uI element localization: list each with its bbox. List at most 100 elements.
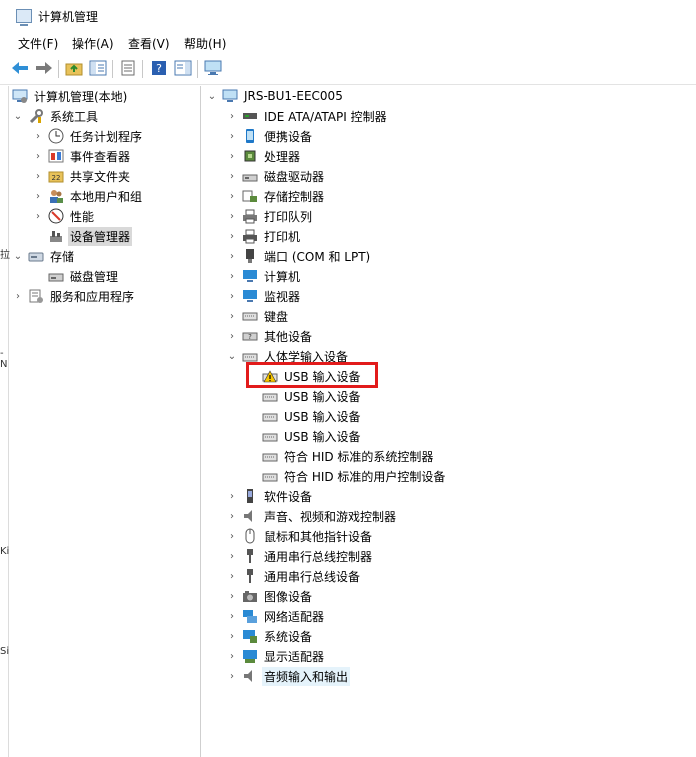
device-tree-root[interactable]: ⌄ JRS-BU1-EEC005 bbox=[206, 86, 345, 106]
chevron-right-icon[interactable]: › bbox=[226, 630, 238, 642]
device-category[interactable]: › 磁盘驱动器 bbox=[226, 166, 326, 186]
chevron-down-icon[interactable]: ⌄ bbox=[206, 90, 218, 102]
chevron-right-icon[interactable]: › bbox=[226, 310, 238, 322]
chevron-right-icon[interactable]: › bbox=[226, 270, 238, 282]
device-category[interactable]: › 音频输入和输出 bbox=[226, 666, 351, 686]
chevron-right-icon[interactable]: › bbox=[226, 250, 238, 262]
export-list-icon[interactable] bbox=[119, 59, 137, 77]
forward-icon[interactable] bbox=[35, 59, 53, 77]
tree-item-device-manager[interactable]: 设备管理器 bbox=[48, 226, 133, 246]
device-item[interactable]: 符合 HID 标准的用户控制设备 bbox=[262, 466, 447, 486]
chevron-right-icon[interactable]: › bbox=[12, 290, 24, 302]
back-icon[interactable] bbox=[11, 59, 29, 77]
menu-file[interactable]: 文件(F) bbox=[18, 35, 58, 52]
tree-item-services-applications[interactable]: › 服务和应用程序 bbox=[12, 286, 136, 306]
menu-help[interactable]: 帮助(H) bbox=[184, 35, 226, 52]
svg-text:?: ? bbox=[156, 62, 162, 75]
menu-action[interactable]: 操作(A) bbox=[72, 35, 114, 52]
chevron-right-icon[interactable]: › bbox=[226, 490, 238, 502]
hid-icon bbox=[262, 388, 278, 404]
chevron-right-icon[interactable]: › bbox=[32, 210, 44, 222]
device-category[interactable]: › 计算机 bbox=[226, 266, 302, 286]
device-manager-icon bbox=[48, 228, 64, 244]
device-category[interactable]: › 键盘 bbox=[226, 306, 290, 326]
device-category[interactable]: › IDE ATA/ATAPI 控制器 bbox=[226, 106, 389, 126]
chevron-right-icon[interactable]: › bbox=[226, 650, 238, 662]
chevron-down-icon[interactable]: ⌄ bbox=[12, 110, 24, 122]
device-category-label: 音频输入和输出 bbox=[262, 666, 351, 686]
chevron-right-icon[interactable]: › bbox=[226, 570, 238, 582]
device-category[interactable]: › ? 其他设备 bbox=[226, 326, 314, 346]
chevron-right-icon[interactable]: › bbox=[226, 530, 238, 542]
tools-icon bbox=[28, 108, 44, 124]
tree-item-event-viewer[interactable]: › 事件查看器 bbox=[32, 146, 132, 166]
chevron-right-icon[interactable]: › bbox=[226, 290, 238, 302]
device-category[interactable]: › 打印队列 bbox=[226, 206, 314, 226]
device-category[interactable]: › 鼠标和其他指针设备 bbox=[226, 526, 374, 546]
chevron-right-icon[interactable]: › bbox=[226, 330, 238, 342]
chevron-right-icon[interactable]: › bbox=[32, 130, 44, 142]
device-category[interactable]: › 存储控制器 bbox=[226, 186, 326, 206]
tree-item-task-scheduler[interactable]: › 任务计划程序 bbox=[32, 126, 144, 146]
device-category[interactable]: › 声音、视频和游戏控制器 bbox=[226, 506, 398, 526]
chevron-right-icon[interactable]: › bbox=[226, 230, 238, 242]
chevron-right-icon[interactable]: › bbox=[226, 150, 238, 162]
tree-item-shared-folders[interactable]: › 22 共享文件夹 bbox=[32, 166, 132, 186]
show-hide-tree-icon[interactable] bbox=[89, 59, 107, 77]
device-category[interactable]: › 端口 (COM 和 LPT) bbox=[226, 246, 372, 266]
tree-item-performance[interactable]: › 性能 bbox=[32, 206, 96, 226]
chevron-right-icon[interactable]: › bbox=[226, 550, 238, 562]
device-category[interactable]: › 处理器 bbox=[226, 146, 302, 166]
menu-view[interactable]: 查看(V) bbox=[128, 35, 170, 52]
tree-item-storage[interactable]: ⌄ 存储 bbox=[12, 246, 76, 266]
up-folder-icon[interactable] bbox=[65, 59, 83, 77]
device-item-label: USB 输入设备 bbox=[284, 409, 361, 424]
device-category-label: 监视器 bbox=[264, 289, 301, 304]
chevron-right-icon[interactable]: › bbox=[32, 190, 44, 202]
device-category-label: 计算机 bbox=[264, 269, 301, 284]
device-category[interactable]: › 通用串行总线控制器 bbox=[226, 546, 374, 566]
tree-item-computer-management[interactable]: 计算机管理(本地) bbox=[12, 86, 129, 106]
tree-item-local-users[interactable]: › 本地用户和组 bbox=[32, 186, 144, 206]
device-category[interactable]: › 便携设备 bbox=[226, 126, 314, 146]
device-category[interactable]: › 图像设备 bbox=[226, 586, 314, 606]
chevron-right-icon[interactable]: › bbox=[226, 610, 238, 622]
chevron-right-icon[interactable]: › bbox=[226, 510, 238, 522]
chevron-right-icon[interactable]: › bbox=[226, 110, 238, 122]
device-item[interactable]: USB 输入设备 bbox=[262, 406, 362, 426]
clock-icon bbox=[48, 128, 64, 144]
device-category[interactable]: › 系统设备 bbox=[226, 626, 314, 646]
tree-item-label: 性能 bbox=[70, 209, 95, 224]
device-category[interactable]: › 通用串行总线设备 bbox=[226, 566, 362, 586]
hid-icon bbox=[262, 408, 278, 424]
chevron-down-icon[interactable]: ⌄ bbox=[12, 250, 24, 262]
display-adapter-icon bbox=[242, 648, 258, 664]
chevron-right-icon[interactable]: › bbox=[32, 170, 44, 182]
action-pane-icon[interactable] bbox=[174, 59, 192, 77]
help-icon[interactable]: ? bbox=[150, 59, 168, 77]
device-category[interactable]: › 显示适配器 bbox=[226, 646, 326, 666]
svg-text:?: ? bbox=[248, 333, 252, 341]
chevron-right-icon[interactable]: › bbox=[32, 150, 44, 162]
chevron-right-icon[interactable]: › bbox=[226, 190, 238, 202]
device-item[interactable]: USB 输入设备 bbox=[262, 386, 362, 406]
chevron-right-icon[interactable]: › bbox=[226, 210, 238, 222]
device-item[interactable]: USB 输入设备 bbox=[262, 426, 362, 446]
tree-item-disk-management[interactable]: 磁盘管理 bbox=[48, 266, 120, 286]
tree-item-system-tools[interactable]: ⌄ 系统工具 bbox=[12, 106, 100, 126]
device-category[interactable]: › 软件设备 bbox=[226, 486, 314, 506]
chevron-right-icon[interactable]: › bbox=[226, 130, 238, 142]
chevron-right-icon[interactable]: › bbox=[226, 170, 238, 182]
device-category[interactable]: › 监视器 bbox=[226, 286, 302, 306]
device-category[interactable]: › 打印机 bbox=[226, 226, 302, 246]
chevron-right-icon[interactable]: › bbox=[226, 670, 238, 682]
computer-management-app-icon bbox=[16, 9, 32, 26]
device-category[interactable]: › 网络适配器 bbox=[226, 606, 326, 626]
device-item[interactable]: 符合 HID 标准的系统控制器 bbox=[262, 446, 435, 466]
chevron-down-icon[interactable]: ⌄ bbox=[226, 350, 238, 362]
chevron-right-icon[interactable]: › bbox=[226, 590, 238, 602]
tree-item-label: 服务和应用程序 bbox=[50, 289, 135, 304]
monitor-icon[interactable] bbox=[204, 59, 222, 77]
toolbar-separator bbox=[112, 60, 113, 78]
device-item-label: 符合 HID 标准的用户控制设备 bbox=[284, 469, 446, 484]
